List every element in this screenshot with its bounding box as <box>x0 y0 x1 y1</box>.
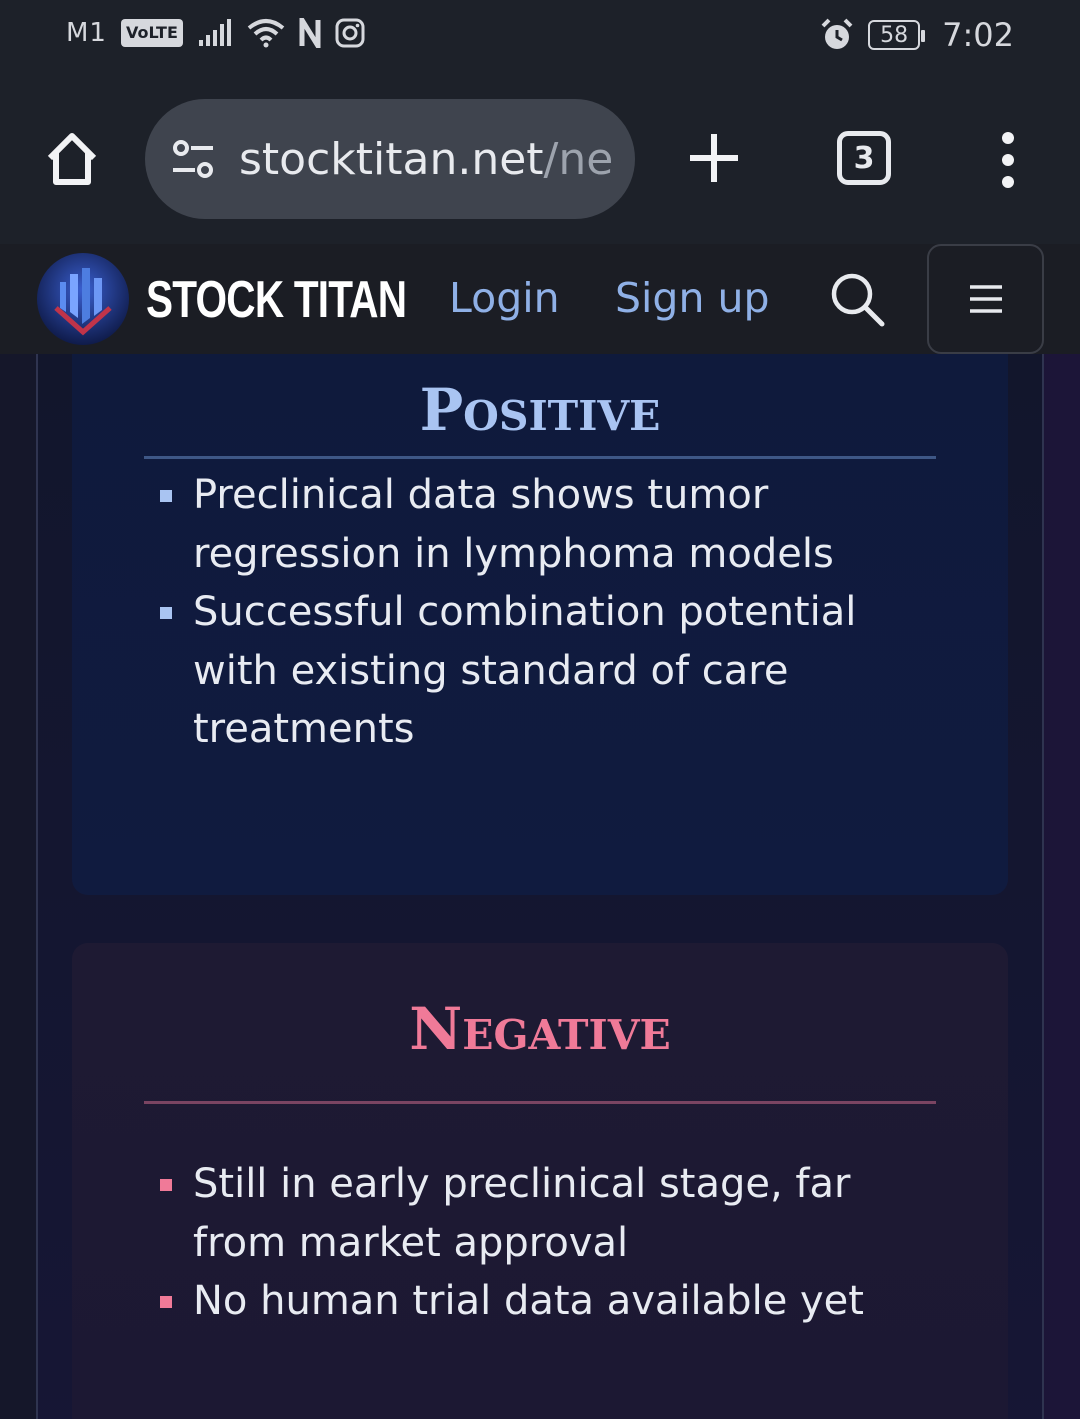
url-path: /ne <box>543 133 614 185</box>
alarm-icon <box>821 18 853 49</box>
volte-badge: VoLTE <box>120 19 183 47</box>
negative-title: Negative <box>409 995 671 1063</box>
negative-card: Negative Still in early preclinical stag… <box>72 943 1008 1419</box>
list-item: Still in early preclinical stage, far fr… <box>160 1155 880 1272</box>
url-domain: stocktitan.net <box>239 133 544 185</box>
site-header: STOCK TITAN Login Sign up <box>0 244 1080 354</box>
list-item: Successful combination potential with ex… <box>160 583 880 759</box>
hamburger-menu-icon <box>969 285 1002 313</box>
address-bar[interactable]: stocktitan.net/ne <box>145 99 635 219</box>
more-vertical-icon[interactable] <box>990 130 1026 190</box>
negative-list: Still in early preclinical stage, far fr… <box>160 1155 880 1331</box>
bullet-square-icon <box>160 1179 172 1191</box>
positive-list: Preclinical data shows tumor regression … <box>160 466 880 759</box>
list-item-text: No human trial data available yet <box>193 1278 864 1324</box>
battery-indicator: 58 <box>868 20 926 50</box>
search-icon[interactable] <box>828 270 886 328</box>
site-settings-icon[interactable] <box>167 133 219 185</box>
positive-card: Positive Preclinical data shows tumor re… <box>72 354 1008 895</box>
brand-name[interactable]: STOCK TITAN <box>146 270 407 330</box>
bullet-square-icon <box>160 607 172 619</box>
list-item: Preclinical data shows tumor regression … <box>160 466 880 583</box>
positive-title: Positive <box>419 376 661 444</box>
instagram-icon <box>335 18 365 48</box>
plus-icon[interactable] <box>684 128 744 188</box>
carrier-label: M1 <box>66 18 107 48</box>
list-item: No human trial data available yet <box>160 1272 880 1331</box>
wifi-icon <box>247 19 285 48</box>
signal-icon <box>198 19 231 46</box>
tabs-button[interactable]: 3 <box>837 131 891 185</box>
bullet-square-icon <box>160 1296 172 1308</box>
login-link[interactable]: Login <box>449 274 560 322</box>
url-text: stocktitan.net/ne <box>239 134 613 185</box>
list-item-text: Still in early preclinical stage, far fr… <box>193 1161 851 1266</box>
negative-divider <box>144 1101 936 1104</box>
bullet-square-icon <box>160 490 172 502</box>
browser-toolbar: stocktitan.net/ne 3 <box>0 80 1080 244</box>
status-left-group: M1 VoLTE <box>66 18 365 48</box>
hamburger-menu-button[interactable] <box>927 244 1044 354</box>
status-right-group: 58 7:02 <box>820 16 1014 54</box>
list-item-text: Preclinical data shows tumor regression … <box>193 472 834 577</box>
stock-titan-logo[interactable] <box>36 252 130 346</box>
signup-link[interactable]: Sign up <box>615 274 769 322</box>
positive-divider <box>144 456 936 459</box>
clock: 7:02 <box>942 16 1014 54</box>
list-item-text: Successful combination potential with ex… <box>193 589 857 752</box>
page-content: Positive Preclinical data shows tumor re… <box>0 354 1080 1419</box>
status-bar: M1 VoLTE 58 7:02 <box>0 0 1080 80</box>
home-icon[interactable] <box>38 124 106 192</box>
nfc-icon <box>299 18 321 48</box>
